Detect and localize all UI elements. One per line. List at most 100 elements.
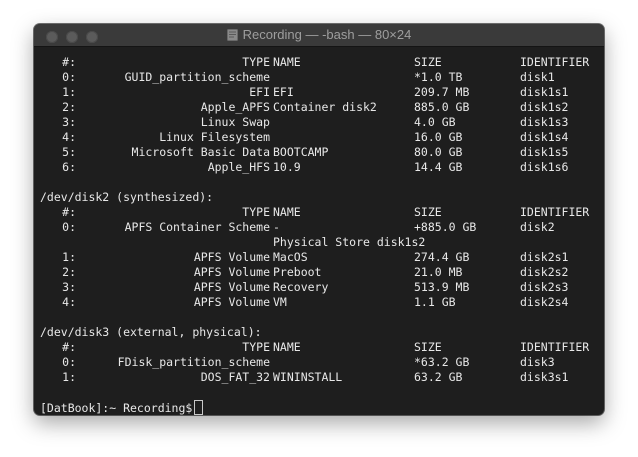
partition-type: APFS Volume (193, 280, 270, 294)
partition-identifier: disk3s1 (520, 370, 569, 384)
partition-type: Linux Filesystem (159, 130, 270, 144)
terminal-window: Recording — -bash — 80×24 #: TYPE NAME SIZE… (34, 24, 604, 415)
partition-name: 10.9 (273, 160, 301, 174)
disk-header: /dev/disk3 (external, physical): (40, 325, 262, 339)
partition-row: 0: GUID_partition_scheme *1.0 TB disk1 (40, 70, 604, 85)
partition-size: 885.0 GB (414, 100, 470, 114)
partition-number: 1: (62, 250, 76, 264)
col-num-header: #: (62, 340, 76, 354)
partition-size: 513.9 MB (414, 280, 470, 294)
partition-type: Apple_APFS (200, 100, 270, 114)
col-name-header: NAME (273, 205, 301, 219)
window-title: Recording — -bash — 80×24 (242, 27, 412, 42)
partition-identifier: disk2s3 (520, 280, 569, 294)
partition-type: DOS_FAT_32 (200, 370, 270, 384)
partition-name: Container disk2 (273, 100, 377, 114)
col-size-header: SIZE (414, 55, 442, 69)
partition-row: 2: APFS Volume Preboot 21.0 MB disk2s2 (40, 265, 604, 280)
partition-identifier: disk1s5 (520, 145, 569, 159)
column-header-row: #: TYPE NAME SIZE IDENTIFIER (40, 340, 604, 355)
col-id-header: IDENTIFIER (520, 205, 590, 219)
partition-identifier: disk2s4 (520, 295, 569, 309)
partition-size: 4.0 GB (414, 115, 456, 129)
partition-number: 0: (62, 220, 76, 234)
col-num-header: #: (62, 55, 76, 69)
partition-identifier: disk1s3 (520, 115, 569, 129)
shell-prompt: [DatBook]:~ Recording$ (40, 400, 604, 415)
col-id-header: IDENTIFIER (520, 340, 590, 354)
partition-size: 80.0 GB (414, 145, 463, 159)
col-num-header: #: (62, 205, 76, 219)
partition-size: *1.0 TB (414, 70, 463, 84)
text-cursor[interactable] (194, 400, 204, 415)
partition-name: VM (273, 295, 287, 309)
partition-row: 3: APFS Volume Recovery 513.9 MB disk2s3 (40, 280, 604, 295)
col-size-header: SIZE (414, 205, 442, 219)
partition-size: 16.0 GB (414, 130, 463, 144)
partition-type: EFI (249, 85, 270, 99)
partition-size: 209.7 MB (414, 85, 470, 99)
partition-row: 0: APFS Container Scheme - +885.0 GB disk2 (40, 220, 604, 235)
partition-row: 5: Microsoft Basic Data BOOTCAMP 80.0 GB dis… (40, 145, 604, 160)
partition-identifier: disk2 (520, 220, 555, 234)
partition-size: 1.1 GB (414, 295, 456, 309)
partition-size: 14.4 GB (414, 160, 463, 174)
col-type-header: TYPE (242, 340, 270, 354)
partition-type: APFS Volume (193, 265, 270, 279)
partition-size: 63.2 GB (414, 370, 463, 384)
partition-number: 3: (62, 115, 76, 129)
partition-type: Microsoft Basic Data (131, 145, 270, 159)
partition-row: 6: Apple_HFS 10.9 14.4 GB disk1s6 (40, 160, 604, 175)
partition-row: 3: Linux Swap 4.0 GB disk1s3 (40, 115, 604, 130)
partition-type: APFS Container Scheme (124, 220, 270, 234)
terminal-output[interactable]: #: TYPE NAME SIZE IDENTIFIER 0: GUID_partition… (34, 47, 604, 415)
partition-row: Physical Store disk1s2 (40, 235, 604, 250)
partition-type: APFS Volume (193, 250, 270, 264)
partition-identifier: disk1s4 (520, 130, 569, 144)
partition-type: Apple_HFS (207, 160, 270, 174)
partition-identifier: disk2s2 (520, 265, 569, 279)
partition-identifier: disk1 (520, 70, 555, 84)
window-title-area: Recording — -bash — 80×24 (34, 27, 604, 43)
partition-identifier: disk1s2 (520, 100, 569, 114)
partition-size: +885.0 GB (414, 220, 477, 234)
partition-name: - (273, 220, 280, 234)
partition-row: 4: Linux Filesystem 16.0 GB disk1s4 (40, 130, 604, 145)
partition-number: 1: (62, 85, 76, 99)
partition-row: 4: APFS Volume VM 1.1 GB disk2s4 (40, 295, 604, 310)
partition-name: Physical Store disk1s2 (273, 235, 426, 249)
partition-name: WININSTALL (273, 370, 343, 384)
title-bar[interactable]: Recording — -bash — 80×24 (34, 24, 604, 47)
partition-number: 6: (62, 160, 76, 174)
column-header-row: #: TYPE NAME SIZE IDENTIFIER (40, 205, 604, 220)
partition-identifier: disk1s1 (520, 85, 569, 99)
partition-row: 0: FDisk_partition_scheme *63.2 GB disk3 (40, 355, 604, 370)
folder-proxy-icon[interactable] (226, 29, 238, 41)
column-header-row: #: TYPE NAME SIZE IDENTIFIER (40, 55, 604, 70)
col-size-header: SIZE (414, 340, 442, 354)
partition-type: GUID_partition_scheme (124, 70, 270, 84)
partition-row: 1: APFS Volume MacOS 274.4 GB disk2s1 (40, 250, 604, 265)
partition-name: MacOS (273, 250, 308, 264)
partition-row: 1: EFI EFI 209.7 MB disk1s1 (40, 85, 604, 100)
prompt-text: [DatBook]:~ Recording$ (40, 401, 193, 415)
partition-number: 1: (62, 370, 76, 384)
partition-type: FDisk_partition_scheme (117, 355, 270, 369)
partition-name: Preboot (273, 265, 322, 279)
partition-identifier: disk3 (520, 355, 555, 369)
partition-name: Recovery (273, 280, 329, 294)
col-id-header: IDENTIFIER (520, 55, 590, 69)
partition-size: *63.2 GB (414, 355, 470, 369)
col-type-header: TYPE (242, 55, 270, 69)
col-name-header: NAME (273, 340, 301, 354)
partition-name: BOOTCAMP (273, 145, 329, 159)
col-type-header: TYPE (242, 205, 270, 219)
partition-identifier: disk2s1 (520, 250, 569, 264)
disk-header: /dev/disk2 (synthesized): (40, 190, 214, 204)
partition-number: 0: (62, 70, 76, 84)
partition-name: EFI (273, 85, 294, 99)
partition-size: 21.0 MB (414, 265, 463, 279)
